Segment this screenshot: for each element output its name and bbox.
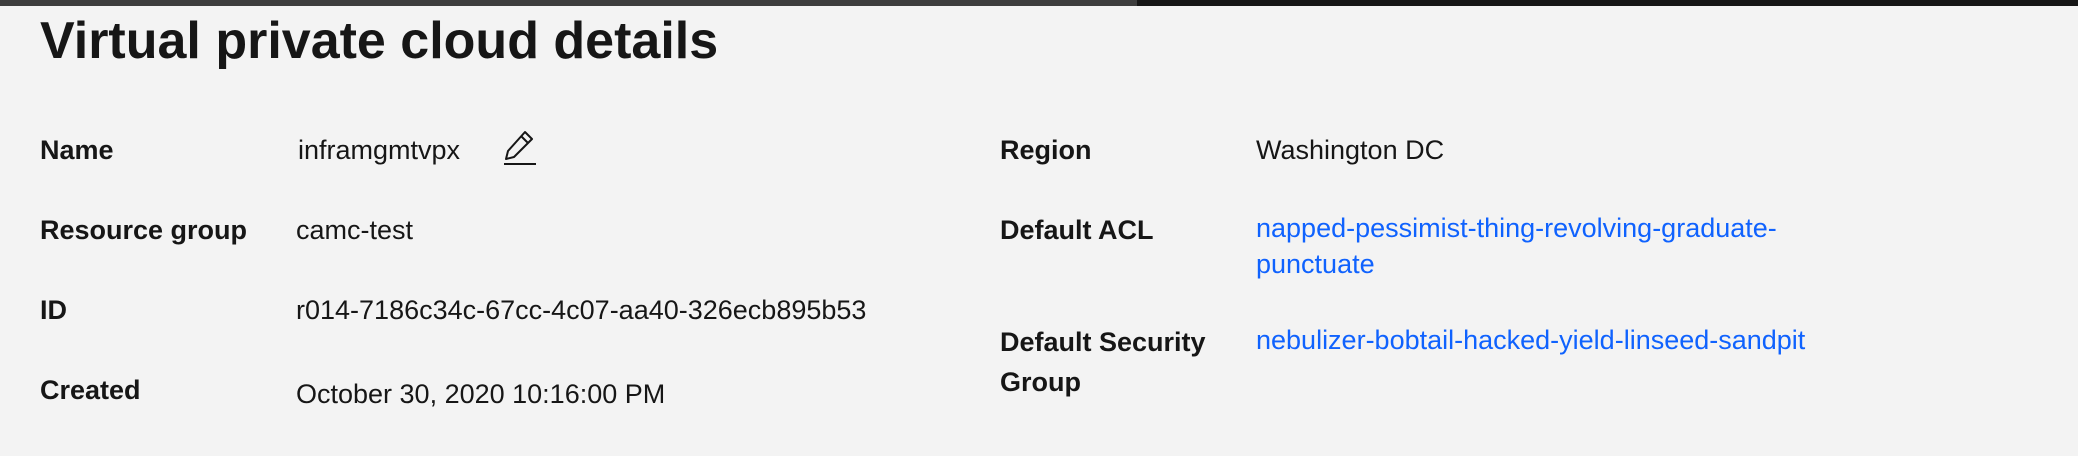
resource-group-label: Resource group — [40, 215, 248, 245]
default-security-group-label: Default Security Group — [1000, 327, 1206, 397]
resource-group-value: camc-test — [296, 215, 414, 245]
default-security-group-link[interactable]: nebulizer-bobtail-hacked-yield-linseed-s… — [1256, 322, 1805, 358]
name-value: inframgmtvpx — [298, 135, 461, 165]
id-value: r014-7186c34c-67cc-4c07-aa40-326ecb895b5… — [296, 295, 867, 325]
edit-pencil-icon — [500, 128, 540, 168]
page-title: Virtual private cloud details — [40, 12, 719, 70]
edit-name-button[interactable] — [500, 128, 540, 168]
default-acl-link[interactable]: napped-pessimist-thing-revolving-graduat… — [1256, 210, 1876, 282]
created-value: October 30, 2020 10:16:00 PM — [296, 379, 666, 409]
created-label: Created — [40, 375, 141, 405]
default-acl-label: Default ACL — [1000, 215, 1154, 245]
top-progress-bar-segment — [0, 0, 1137, 6]
region-value: Washington DC — [1256, 135, 1445, 165]
id-label: ID — [40, 295, 67, 325]
region-label: Region — [1000, 135, 1092, 165]
top-progress-bar — [0, 0, 2078, 6]
name-label: Name — [40, 135, 114, 165]
